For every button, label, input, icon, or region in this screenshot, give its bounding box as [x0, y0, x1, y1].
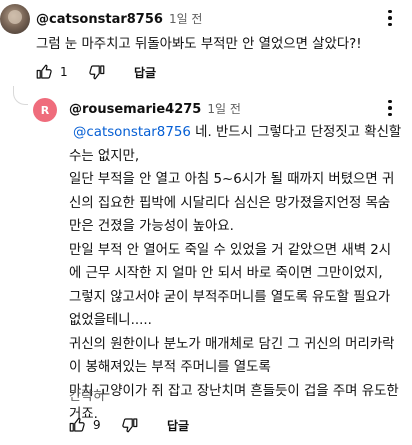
avatar[interactable]: R — [33, 98, 57, 122]
thread-connector — [13, 86, 28, 105]
thumbs-down-icon[interactable] — [119, 414, 141, 436]
reply-line: 마치 고양이가 쥐 잡고 장난치며 흔들듯이 겁을 주며 유도한 — [69, 383, 399, 399]
reply-line: 수는 없지만, — [69, 148, 140, 164]
like-count: 1 — [60, 65, 68, 79]
comment-text: 그럼 눈 마주치고 뒤돌아봐도 부적만 안 열었으면 살았다?! — [36, 37, 362, 52]
reply-line: 에 근무 시작한 지 얼마 안 되서 바로 죽이면 그만이었지, — [69, 266, 383, 281]
reply-line: 이 봉해져있는 부적 주머니를 열도록 — [69, 360, 271, 375]
reply-line: 만일 부적 안 열어도 죽일 수 있었을 거 같았으면 새벽 2시 — [69, 242, 392, 258]
reply-button[interactable]: 답글 — [134, 64, 156, 81]
reply-line: 신의 집요한 핍박에 시달리다 심신은 망가졌을지언정 목숨 — [69, 195, 391, 211]
reply-line-text: 네. 반드시 그렇다고 단정짓고 확신할 — [190, 125, 402, 140]
reply-text: @catsonstar8756 네. 반드시 그렇다고 단정짓고 확신할 수는 … — [69, 121, 407, 427]
comment-header: @catsonstar8756 1일 전 — [36, 10, 202, 27]
reply-line: 귀신의 원한이나 분노가 매개체로 담긴 그 귀신의 머리카락 — [69, 336, 395, 352]
reply-time[interactable]: 1일 전 — [207, 100, 241, 117]
thumbs-down-icon[interactable] — [86, 61, 108, 83]
reply-line: 그렇지 않고서야 굳이 부적주머니를 열도록 유도할 필요가 — [69, 289, 391, 305]
kebab-menu-icon[interactable] — [381, 7, 399, 29]
comment-time[interactable]: 1일 전 — [169, 10, 203, 27]
thumbs-up-icon[interactable] — [66, 414, 88, 436]
avatar[interactable] — [0, 4, 30, 34]
reply-button[interactable]: 답글 — [167, 417, 189, 434]
reply-line: 만은 건졌을 가능성이 높아요. — [69, 219, 234, 234]
reply-author[interactable]: @rousemarie4275 — [69, 102, 201, 117]
reply-line: 없었을테니..... — [69, 313, 152, 328]
reply-header: @rousemarie4275 1일 전 — [69, 100, 241, 117]
kebab-menu-icon[interactable] — [381, 97, 399, 119]
reply-line: @catsonstar8756 네. 반드시 그렇다고 단정짓고 확신할 — [69, 121, 407, 145]
comment-actions: 1 답글 — [33, 61, 156, 83]
mention-link[interactable]: @catsonstar8756 — [73, 125, 191, 140]
like-count: 9 — [93, 418, 101, 432]
reply-actions: 9 답글 — [66, 414, 189, 436]
thumbs-up-icon[interactable] — [33, 61, 55, 83]
comment-author[interactable]: @catsonstar8756 — [36, 12, 163, 27]
avatar-letter: R — [40, 103, 50, 117]
show-less-button[interactable]: 간략히 — [69, 385, 105, 404]
reply-line: 일단 부적을 안 열고 아침 5~6시가 될 때까지 버텼으면 귀 — [69, 172, 395, 187]
